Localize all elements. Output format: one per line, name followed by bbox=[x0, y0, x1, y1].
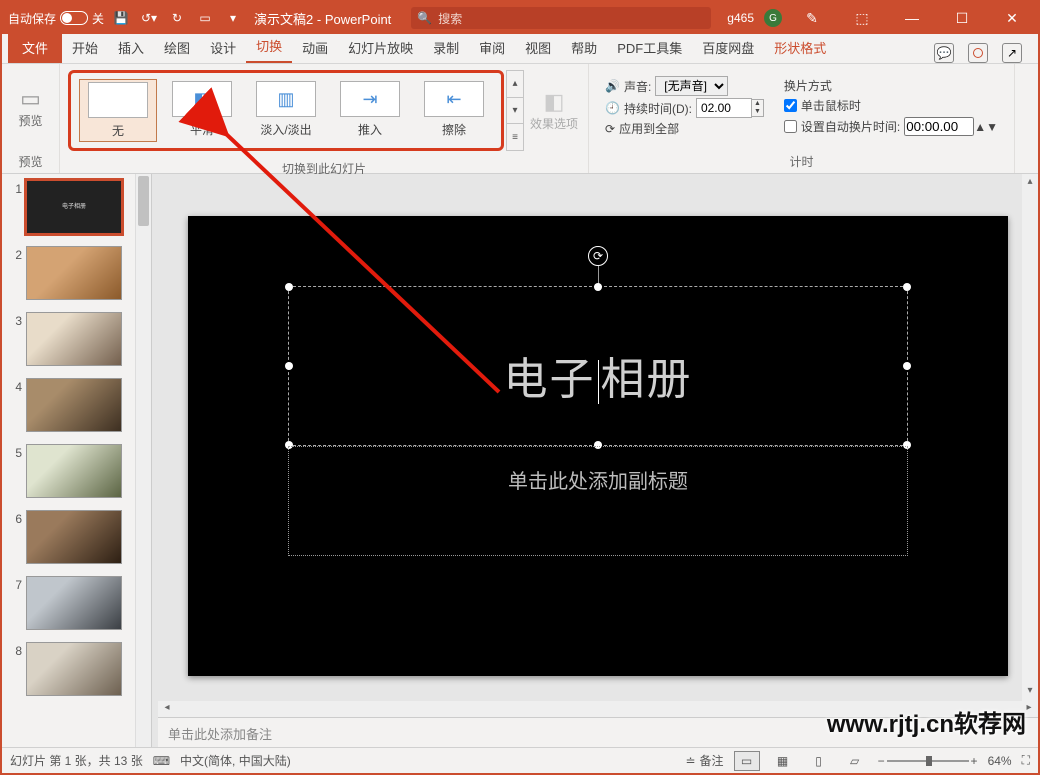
slide-canvas[interactable]: ⟳ 电子相册 单击此处添加副标题 bbox=[158, 174, 1038, 717]
canvas-vertical-scrollbar[interactable]: ▴▾ bbox=[1022, 174, 1038, 701]
save-icon[interactable]: 💾 bbox=[112, 9, 130, 27]
duration-up[interactable]: ▲ bbox=[752, 100, 763, 108]
slide-thumb-6[interactable] bbox=[26, 510, 122, 564]
sound-select[interactable]: [无声音] bbox=[655, 76, 728, 96]
status-bar: 幻灯片 第 1 张，共 13 张 ⌨ 中文(简体, 中国大陆) ≐备注 ▭ ▦ … bbox=[2, 747, 1038, 773]
autosave-toggle[interactable]: 自动保存 关 bbox=[8, 10, 104, 27]
status-slide-info: 幻灯片 第 1 张，共 13 张 bbox=[10, 752, 143, 769]
subtitle-placeholder[interactable]: 单击此处添加副标题 bbox=[288, 446, 908, 556]
transition-wipe[interactable]: ⇤擦除 bbox=[415, 79, 493, 142]
thumbnails-scrollbar[interactable] bbox=[135, 174, 151, 747]
tab-help[interactable]: 帮助 bbox=[561, 32, 607, 63]
effect-options-button: ◧效果选项 bbox=[526, 89, 582, 132]
group-label-timing: 计时 bbox=[589, 150, 1014, 173]
tab-insert[interactable]: 插入 bbox=[108, 32, 154, 63]
transition-none[interactable]: 无 bbox=[79, 79, 157, 142]
clock-icon: 🕘 bbox=[605, 101, 620, 115]
title-bar: 自动保存 关 💾 ↺▾ ↻ ▭ ▾ 演示文稿2 - PowerPoint 🔍 搜… bbox=[2, 2, 1038, 34]
tab-design[interactable]: 设计 bbox=[200, 32, 246, 63]
undo-icon[interactable]: ↺▾ bbox=[140, 9, 158, 27]
on-click-checkbox[interactable] bbox=[784, 99, 797, 112]
watermark: www.rjtj.cn软荐网 bbox=[827, 704, 1026, 739]
ribbon-display-icon[interactable]: ⬚ bbox=[842, 3, 882, 33]
document-title: 演示文稿2 - PowerPoint bbox=[254, 9, 391, 28]
tab-review[interactable]: 审阅 bbox=[469, 32, 515, 63]
share-icon[interactable]: ↗ bbox=[1002, 43, 1022, 63]
maximize-icon[interactable]: ☐ bbox=[942, 3, 982, 33]
duration-down[interactable]: ▼ bbox=[752, 108, 763, 116]
close-icon[interactable]: ✕ bbox=[992, 3, 1032, 33]
slide-thumbnails-pane: 1电子相册 2 3 4 5 6 7 8 bbox=[2, 174, 152, 747]
search-box[interactable]: 🔍 搜索 bbox=[411, 7, 711, 29]
pen-icon[interactable]: ✎ bbox=[792, 3, 832, 33]
speaker-icon: 🔊 bbox=[605, 79, 620, 93]
account-name[interactable]: g465 bbox=[727, 11, 754, 25]
search-placeholder: 搜索 bbox=[438, 10, 462, 27]
transition-morph[interactable]: ◧平滑 bbox=[163, 79, 241, 142]
tab-transitions[interactable]: 切换 bbox=[246, 30, 292, 63]
tab-home[interactable]: 开始 bbox=[62, 32, 108, 63]
slideshow-view-icon[interactable]: ▱ bbox=[842, 751, 868, 771]
transition-push[interactable]: ⇥推入 bbox=[331, 79, 409, 142]
slide-thumb-8[interactable] bbox=[26, 642, 122, 696]
ribbon-tabs: 文件 开始 插入 绘图 设计 切换 动画 幻灯片放映 录制 审阅 视图 帮助 P… bbox=[2, 34, 1038, 64]
redo-icon[interactable]: ↻ bbox=[168, 9, 186, 27]
title-text[interactable]: 电子相册 bbox=[289, 343, 907, 407]
tab-draw[interactable]: 绘图 bbox=[154, 32, 200, 63]
apply-to-all-button[interactable]: ⟳应用到全部 bbox=[605, 120, 764, 137]
tab-record[interactable]: 录制 bbox=[423, 32, 469, 63]
accessibility-icon[interactable]: ⌨ bbox=[153, 754, 170, 768]
group-label-preview: 预览 bbox=[2, 150, 59, 173]
zoom-slider[interactable]: − + bbox=[878, 754, 978, 768]
after-checkbox[interactable] bbox=[784, 120, 797, 133]
slide-editor[interactable]: ⟳ 电子相册 单击此处添加副标题 bbox=[188, 216, 1008, 676]
advance-slide: 换片方式 单击鼠标时 设置自动换片时间: ▲▼ bbox=[774, 68, 1008, 145]
slide-thumb-1[interactable]: 电子相册 bbox=[26, 180, 122, 234]
tab-file[interactable]: 文件 bbox=[8, 32, 62, 63]
tab-view[interactable]: 视图 bbox=[515, 32, 561, 63]
timing-controls: 🔊声音: [无声音] 🕘持续时间(D): ▲▼ ⟳应用到全部 bbox=[595, 68, 774, 145]
zoom-percent[interactable]: 64% bbox=[988, 754, 1012, 768]
preview-button[interactable]: ▭预览 bbox=[8, 86, 53, 129]
reading-view-icon[interactable]: ▯ bbox=[806, 751, 832, 771]
notes-toggle[interactable]: ≐备注 bbox=[685, 752, 723, 769]
tab-animations[interactable]: 动画 bbox=[292, 32, 338, 63]
rotate-handle[interactable]: ⟳ bbox=[588, 246, 608, 266]
gallery-scroll[interactable]: ▴▾≡ bbox=[506, 70, 524, 151]
fit-window-icon[interactable]: ⛶ bbox=[1022, 753, 1030, 768]
tab-shape-format[interactable]: 形状格式 bbox=[764, 32, 836, 63]
zoom-out-icon[interactable]: − bbox=[878, 754, 885, 768]
duration-input[interactable] bbox=[696, 98, 752, 118]
minimize-icon[interactable]: — bbox=[892, 3, 932, 33]
after-input[interactable] bbox=[904, 117, 974, 136]
quick-access-toolbar: 💾 ↺▾ ↻ ▭ ▾ bbox=[112, 9, 242, 27]
search-icon: 🔍 bbox=[417, 11, 432, 25]
tab-slideshow[interactable]: 幻灯片放映 bbox=[338, 32, 423, 63]
slide-thumb-5[interactable] bbox=[26, 444, 122, 498]
slide-thumb-2[interactable] bbox=[26, 246, 122, 300]
apply-all-icon: ⟳ bbox=[605, 122, 615, 136]
title-placeholder[interactable]: 电子相册 bbox=[288, 286, 908, 446]
advance-label: 换片方式 bbox=[784, 77, 998, 94]
autosave-label: 自动保存 bbox=[8, 10, 56, 27]
from-beginning-icon[interactable]: ▭ bbox=[196, 9, 214, 27]
zoom-in-icon[interactable]: + bbox=[971, 754, 978, 768]
comments-icon[interactable]: 💬 bbox=[934, 43, 954, 63]
main-area: 1电子相册 2 3 4 5 6 7 8 ⟳ bbox=[2, 174, 1038, 747]
sorter-view-icon[interactable]: ▦ bbox=[770, 751, 796, 771]
record-circle-icon[interactable] bbox=[968, 43, 988, 63]
normal-view-icon[interactable]: ▭ bbox=[734, 751, 760, 771]
slide-thumb-7[interactable] bbox=[26, 576, 122, 630]
tab-pdf[interactable]: PDF工具集 bbox=[607, 32, 692, 63]
tab-baidu[interactable]: 百度网盘 bbox=[692, 32, 764, 63]
slide-thumb-4[interactable] bbox=[26, 378, 122, 432]
autosave-state: 关 bbox=[92, 10, 104, 27]
transitions-gallery: 无 ◧平滑 ▥淡入/淡出 ⇥推入 ⇤擦除 ▴▾≡ bbox=[66, 68, 526, 153]
transition-fade[interactable]: ▥淡入/淡出 bbox=[247, 79, 325, 142]
ribbon-body: ▭预览 预览 无 ◧平滑 ▥淡入/淡出 ⇥推入 ⇤擦除 ▴▾≡ bbox=[2, 64, 1038, 174]
status-language[interactable]: 中文(简体, 中国大陆) bbox=[180, 752, 291, 769]
account-avatar[interactable]: G bbox=[764, 9, 782, 27]
qat-more-icon[interactable]: ▾ bbox=[224, 9, 242, 27]
slide-thumb-3[interactable] bbox=[26, 312, 122, 366]
